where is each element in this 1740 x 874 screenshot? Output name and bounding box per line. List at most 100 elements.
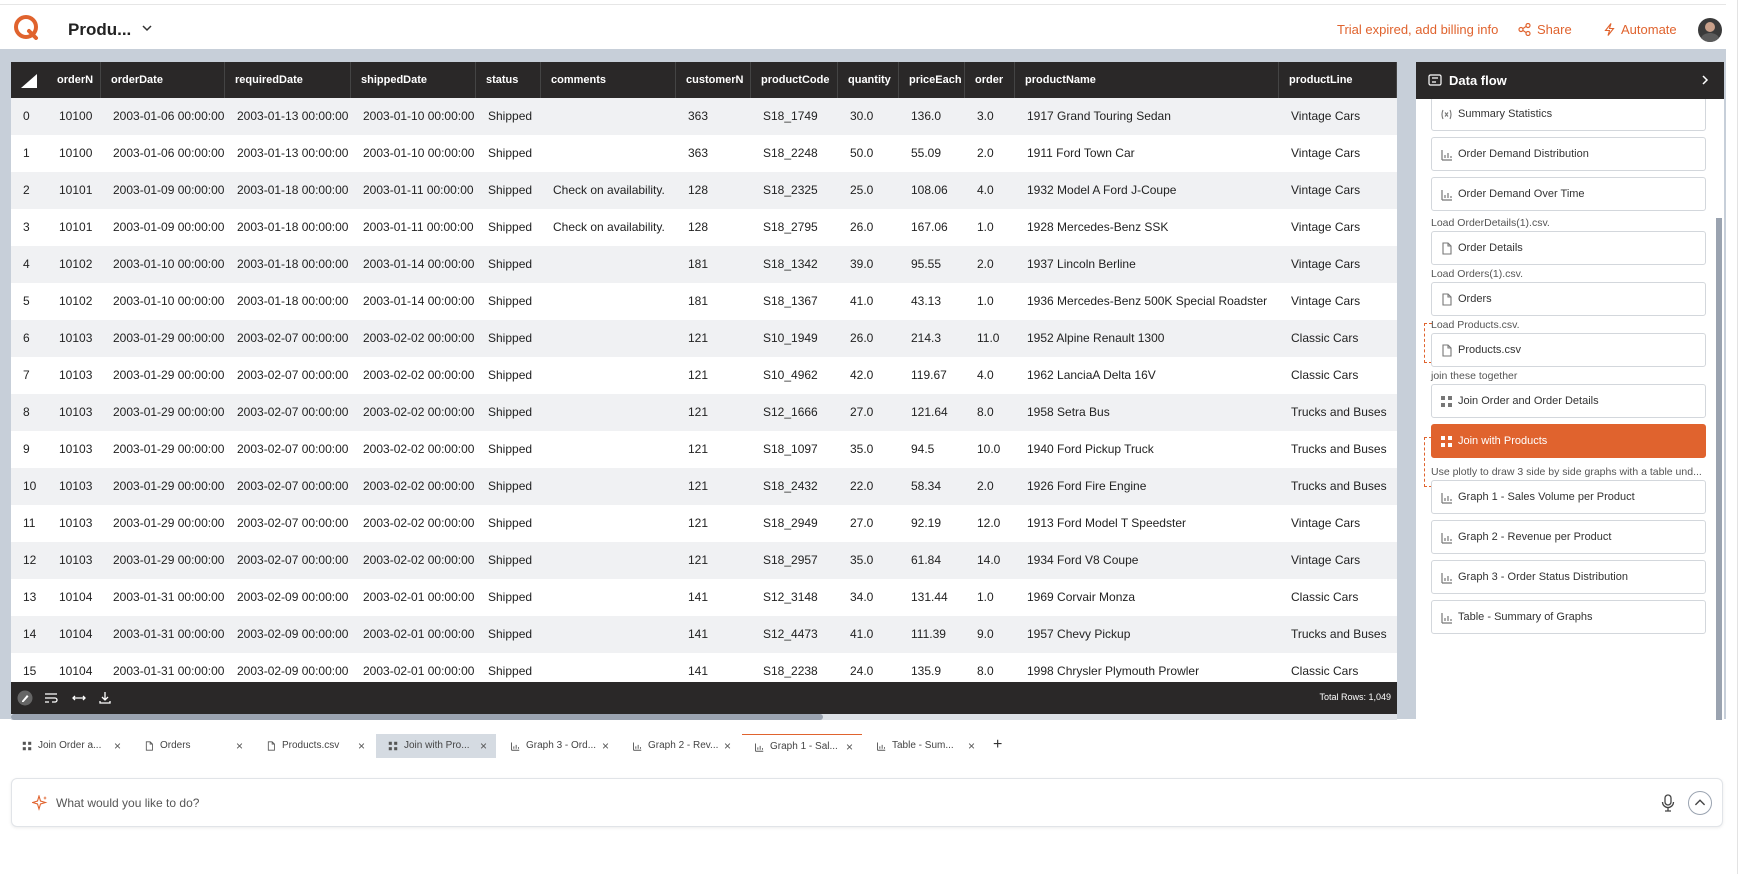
select-all-corner-icon[interactable] — [11, 62, 47, 98]
tab-item[interactable]: Graph 2 - Rev... × — [620, 734, 740, 758]
table-cell[interactable]: 131.44 — [899, 579, 965, 616]
table-cell[interactable]: 1958 Setra Bus — [1015, 394, 1279, 431]
table-cell[interactable]: 1926 Ford Fire Engine — [1015, 468, 1279, 505]
close-tab-icon[interactable]: × — [358, 739, 365, 753]
table-cell[interactable]: Shipped — [476, 172, 541, 209]
table-cell[interactable]: 94.5 — [899, 431, 965, 468]
table-cell[interactable]: 111.39 — [899, 616, 965, 653]
table-cell[interactable]: 2003-01-29 00:00:00 — [101, 357, 225, 394]
column-header[interactable]: status — [476, 62, 541, 98]
table-cell[interactable]: 1962 LanciaA Delta 16V — [1015, 357, 1279, 394]
table-cell[interactable]: S12_4473 — [751, 616, 838, 653]
table-cell[interactable]: 2003-02-07 00:00:00 — [225, 505, 351, 542]
table-cell[interactable]: 363 — [676, 135, 751, 172]
table-cell[interactable] — [541, 320, 676, 357]
table-cell[interactable] — [541, 653, 676, 682]
table-cell[interactable]: 1913 Ford Model T Speedster — [1015, 505, 1279, 542]
table-cell[interactable]: 34.0 — [838, 579, 899, 616]
column-header[interactable]: orderN — [47, 62, 101, 98]
table-row[interactable]: 10 10103 2003-01-29 00:00:00 2003-02-07 00:… — [11, 468, 1397, 505]
table-cell[interactable]: Classic Cars — [1279, 320, 1397, 357]
table-row[interactable]: 1 10100 2003-01-06 00:00:00 2003-01-13 00:0… — [11, 135, 1397, 172]
table-cell[interactable]: Check on availability. — [541, 209, 676, 246]
table-cell[interactable]: 2003-02-02 00:00:00 — [351, 505, 476, 542]
close-tab-icon[interactable]: × — [236, 739, 243, 753]
table-cell[interactable]: 2003-02-02 00:00:00 — [351, 394, 476, 431]
flow-note[interactable]: Load Orders(1).csv. — [1431, 268, 1523, 280]
table-cell[interactable]: 22.0 — [838, 468, 899, 505]
table-cell[interactable]: 1969 Corvair Monza — [1015, 579, 1279, 616]
table-cell[interactable]: Shipped — [476, 505, 541, 542]
table-cell[interactable]: 2003-01-29 00:00:00 — [101, 320, 225, 357]
table-cell[interactable]: 121 — [676, 357, 751, 394]
table-cell[interactable]: 121.64 — [899, 394, 965, 431]
table-cell[interactable]: 10103 — [47, 431, 101, 468]
flow-note[interactable]: Use plotly to draw 3 side by side graphs… — [1431, 466, 1702, 478]
table-cell[interactable]: 1911 Ford Town Car — [1015, 135, 1279, 172]
table-cell[interactable]: 2003-01-29 00:00:00 — [101, 505, 225, 542]
table-cell[interactable]: 1940 Ford Pickup Truck — [1015, 431, 1279, 468]
table-cell[interactable]: 10103 — [47, 357, 101, 394]
table-cell[interactable]: Shipped — [476, 653, 541, 682]
table-cell[interactable]: 2003-01-31 00:00:00 — [101, 579, 225, 616]
table-cell[interactable]: 1928 Mercedes-Benz SSK — [1015, 209, 1279, 246]
chevron-up-icon[interactable] — [1688, 791, 1712, 815]
table-cell[interactable]: 128 — [676, 209, 751, 246]
column-header[interactable]: customerN — [676, 62, 751, 98]
table-cell[interactable]: Shipped — [476, 283, 541, 320]
table-cell[interactable]: 2.0 — [965, 135, 1015, 172]
table-cell[interactable]: 2003-02-02 00:00:00 — [351, 542, 476, 579]
table-cell[interactable]: 10102 — [47, 246, 101, 283]
table-cell[interactable]: 2003-01-10 00:00:00 — [351, 135, 476, 172]
close-tab-icon[interactable]: × — [846, 740, 853, 754]
table-cell[interactable]: 2003-02-02 00:00:00 — [351, 320, 476, 357]
table-cell[interactable]: Vintage Cars — [1279, 172, 1397, 209]
table-cell[interactable] — [541, 394, 676, 431]
column-header[interactable]: productLine — [1279, 62, 1397, 98]
table-cell[interactable]: 2003-01-06 00:00:00 — [101, 98, 225, 135]
table-cell[interactable] — [541, 542, 676, 579]
table-cell[interactable] — [541, 505, 676, 542]
microphone-icon[interactable] — [1661, 794, 1675, 812]
table-cell[interactable]: 121 — [676, 542, 751, 579]
table-cell[interactable]: 2003-01-10 00:00:00 — [101, 283, 225, 320]
table-cell[interactable]: 35.0 — [838, 542, 899, 579]
edit-icon[interactable] — [17, 690, 33, 706]
table-cell[interactable]: 10102 — [47, 283, 101, 320]
table-cell[interactable]: 35.0 — [838, 431, 899, 468]
table-cell[interactable] — [541, 579, 676, 616]
table-row[interactable]: 8 10103 2003-01-29 00:00:00 2003-02-07 00:0… — [11, 394, 1397, 431]
table-cell[interactable]: Trucks and Buses — [1279, 394, 1397, 431]
table-cell[interactable] — [541, 431, 676, 468]
table-cell[interactable]: S18_2248 — [751, 135, 838, 172]
table-row[interactable]: 0 10100 2003-01-06 00:00:00 2003-01-13 00:0… — [11, 98, 1397, 135]
table-cell[interactable]: Vintage Cars — [1279, 542, 1397, 579]
table-cell[interactable]: 10101 — [47, 172, 101, 209]
table-cell[interactable]: 1952 Alpine Renault 1300 — [1015, 320, 1279, 357]
table-cell[interactable]: 2003-02-01 00:00:00 — [351, 653, 476, 682]
table-cell[interactable]: Trucks and Buses — [1279, 468, 1397, 505]
table-cell[interactable]: Shipped — [476, 320, 541, 357]
tab-item[interactable]: Table - Sum... × — [864, 734, 984, 758]
vertical-scrollbar[interactable] — [1716, 218, 1722, 720]
table-cell[interactable]: Shipped — [476, 135, 541, 172]
column-header[interactable]: productName — [1015, 62, 1279, 98]
column-header[interactable]: shippedDate — [351, 62, 476, 98]
table-row[interactable]: 2 10101 2003-01-09 00:00:00 2003-01-18 00:0… — [11, 172, 1397, 209]
flow-step-card[interactable]: Summary Statistics — [1431, 99, 1706, 131]
table-cell[interactable]: Trucks and Buses — [1279, 616, 1397, 653]
close-tab-icon[interactable]: × — [480, 739, 487, 753]
flow-step-card[interactable]: Join with Products — [1431, 424, 1706, 458]
table-cell[interactable]: S12_3148 — [751, 579, 838, 616]
table-cell[interactable]: S18_1749 — [751, 98, 838, 135]
table-cell[interactable]: 1917 Grand Touring Sedan — [1015, 98, 1279, 135]
app-logo-icon[interactable] — [13, 14, 39, 40]
flow-step-card[interactable]: Order Demand Distribution — [1431, 137, 1706, 171]
table-cell[interactable]: 2003-02-07 00:00:00 — [225, 394, 351, 431]
table-cell[interactable]: 27.0 — [838, 394, 899, 431]
table-row[interactable]: 6 10103 2003-01-29 00:00:00 2003-02-07 00:0… — [11, 320, 1397, 357]
table-cell[interactable]: 24.0 — [838, 653, 899, 682]
table-cell[interactable]: S18_2957 — [751, 542, 838, 579]
table-cell[interactable]: 167.06 — [899, 209, 965, 246]
flow-step-card[interactable]: Table - Summary of Graphs — [1431, 600, 1706, 634]
